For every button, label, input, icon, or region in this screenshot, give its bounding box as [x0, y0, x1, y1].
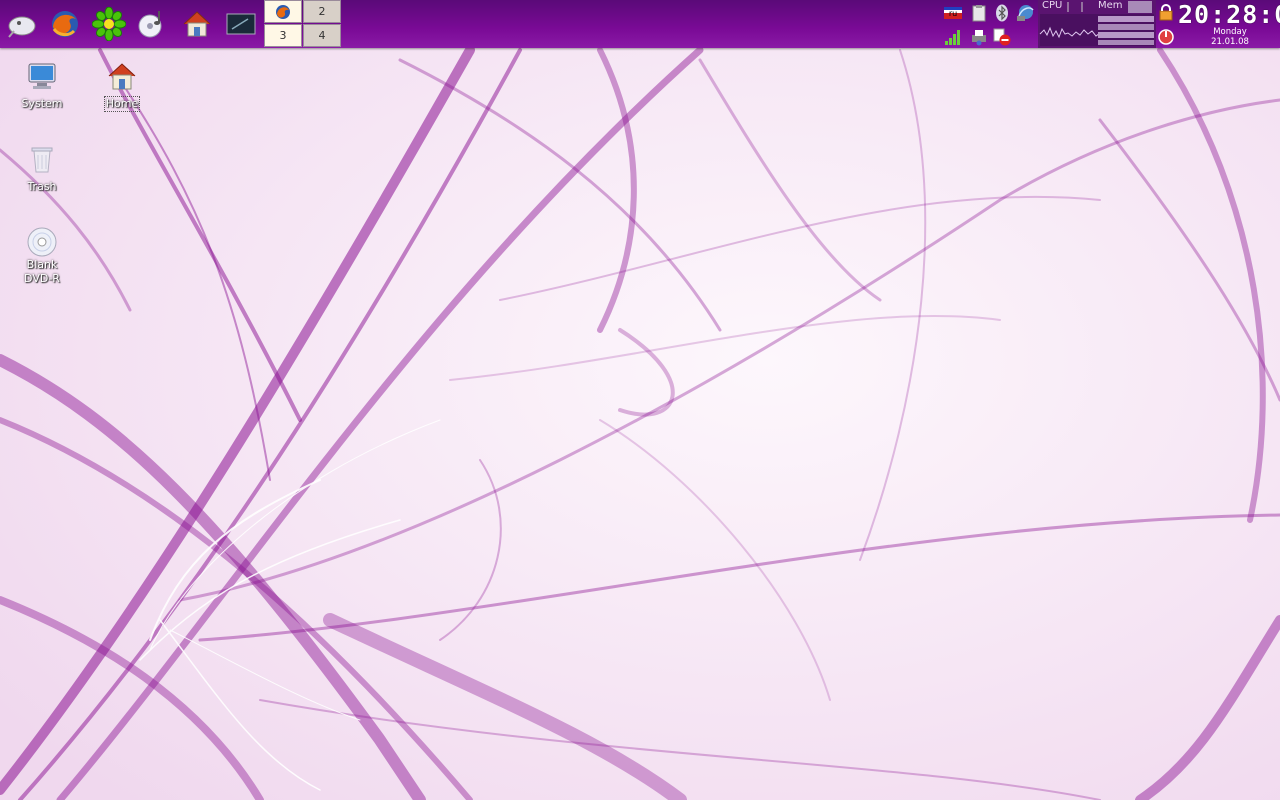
workspace-1[interactable] — [264, 0, 302, 23]
bluetooth-icon[interactable] — [992, 3, 1012, 23]
terminal-icon[interactable] — [221, 4, 261, 44]
power-icon[interactable] — [1156, 26, 1176, 46]
firefox-icon — [276, 4, 290, 19]
signal-strength-icon[interactable] — [943, 27, 963, 47]
workspace-2[interactable]: 2 — [303, 0, 341, 23]
desktop-icon-label: Blank DVD-R — [24, 258, 60, 285]
clock-date: 21.01.08 — [1211, 37, 1249, 47]
firefox-icon[interactable] — [45, 4, 85, 44]
music-player-icon[interactable] — [132, 4, 172, 44]
keyboard-layout-icon[interactable]: ru — [943, 3, 963, 23]
desktop-icon-trash[interactable]: Trash — [12, 143, 72, 194]
home-folder-icon[interactable] — [177, 4, 217, 44]
computer-icon — [28, 63, 56, 89]
desktop-icon-label: Home — [103, 96, 141, 112]
desktop-wallpaper — [0, 0, 1280, 800]
workspace-2-label: 2 — [318, 5, 326, 18]
home-icon — [108, 63, 136, 90]
clock-day: Monday — [1213, 27, 1247, 37]
workspace-pager: 2 3 4 — [264, 0, 342, 48]
dvd-icon — [27, 227, 57, 257]
printer-icon[interactable] — [969, 27, 989, 47]
workspace-4[interactable]: 4 — [303, 24, 341, 47]
system-monitor[interactable]: CPU Mem — [1038, 0, 1156, 48]
trash-icon — [31, 147, 53, 173]
workspace-4-label: 4 — [318, 29, 326, 42]
desktop-icon-label: System — [21, 97, 63, 110]
monitor-graph — [1039, 1, 1154, 46]
workspace-3[interactable]: 3 — [264, 24, 302, 47]
network-globe-icon[interactable] — [1015, 3, 1035, 23]
main-menu-icon[interactable] — [2, 4, 42, 44]
desktop-icon-system[interactable]: System — [12, 60, 72, 111]
clipboard-icon[interactable] — [969, 3, 989, 23]
top-panel: 2 3 4 ru CPU Mem 20:28: Monday 21.01.08 — [0, 0, 1280, 48]
notification-blocked-icon[interactable] — [992, 27, 1012, 47]
desktop-icon-home[interactable]: Home — [92, 60, 152, 112]
workspace-3-label: 3 — [279, 29, 287, 42]
desktop-icon-label: Trash — [27, 180, 57, 193]
icq-icon[interactable] — [89, 4, 129, 44]
desktop-icon-dvd[interactable]: Blank DVD-R — [12, 226, 72, 286]
lock-icon[interactable] — [1156, 3, 1176, 23]
keyboard-layout-label: ru — [949, 9, 957, 18]
clock-time[interactable]: 20:28:05 — [1178, 0, 1280, 29]
